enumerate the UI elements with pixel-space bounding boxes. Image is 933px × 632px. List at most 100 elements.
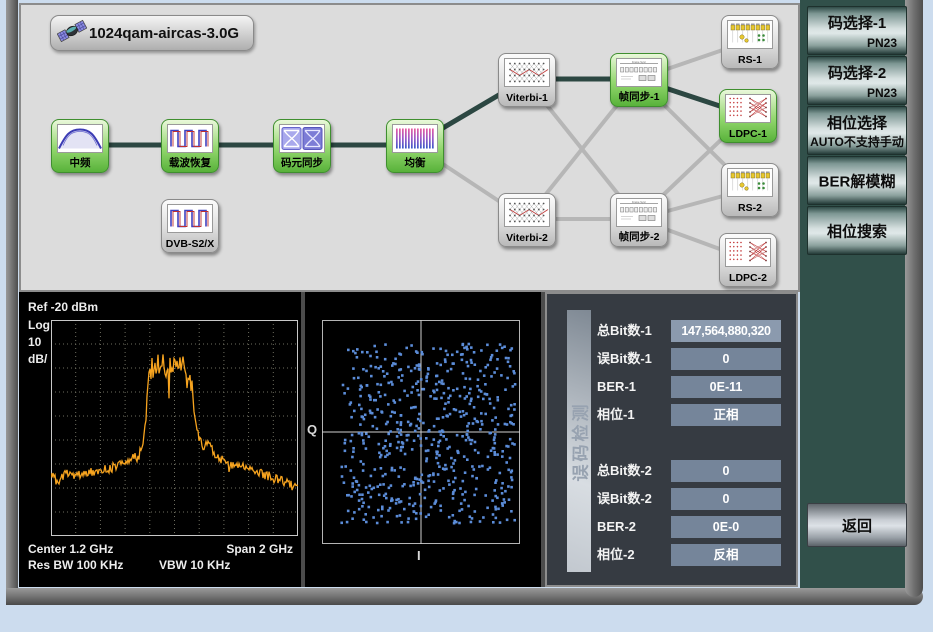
constellation-q-label: Q [307, 422, 317, 437]
stat-label: 相位-2 [597, 544, 635, 566]
flow-block-rs1[interactable]: RS-1 [721, 15, 779, 69]
stat-label: BER-2 [597, 516, 636, 538]
sidebar-button-ber-deambiguity[interactable]: BER解模糊 [807, 156, 907, 205]
stat-value: 147,564,880,320 [671, 320, 781, 342]
stat-row: 相位-1 正相 [547, 404, 796, 426]
stat-label: 总Bit数-1 [597, 320, 652, 342]
sidebar-button-code-select-2[interactable]: 码选择-2PN23 [807, 56, 907, 105]
trellis-icon [504, 198, 550, 227]
spectrum-ref-label: Ref -20 dBm [28, 300, 98, 314]
spectrum-center-label: Center 1.2 GHz [28, 542, 113, 556]
spectrum-vbw-label: VBW 10 KHz [159, 558, 230, 572]
constellation-plot [322, 320, 520, 544]
sidebar-button-label: 相位选择 [808, 112, 906, 133]
satellite-icon [57, 16, 87, 50]
spectrum-db-label: dB/ [28, 352, 47, 366]
stat-label: BER-1 [597, 376, 636, 398]
flow-block-viterbi2[interactable]: Viterbi-2 [498, 193, 556, 247]
window-frame-right [905, 0, 923, 597]
sidebar-button-label: 码选择-1 [808, 12, 906, 33]
stat-value: 反相 [671, 544, 781, 566]
stat-label: 总Bit数-2 [597, 460, 652, 482]
flow-block-label: Viterbi-2 [499, 232, 555, 244]
eye-icon [279, 124, 325, 153]
stat-value: 0 [671, 348, 781, 370]
stat-row: 相位-2 反相 [547, 544, 796, 566]
spectrum-log-label: Log [28, 318, 50, 332]
signal-title-button[interactable]: 1024qam-aircas-3.0G [50, 15, 254, 51]
flow-block-viterbi1[interactable]: Viterbi-1 [498, 53, 556, 107]
flow-block-label: 码元同步 [274, 155, 330, 170]
constellation-panel: Q I [305, 292, 541, 587]
back-button[interactable]: 返回 [807, 503, 907, 547]
flow-block-dvb[interactable]: DVB-S2/X [161, 199, 219, 253]
squarewave-icon [167, 204, 213, 233]
constellation-i-label: I [417, 548, 421, 563]
demodulator-app: { "window": { "title": "1024qam-aircas-3… [0, 0, 933, 632]
stat-label: 相位-1 [597, 404, 635, 426]
sidebar-button-sublabel: PN23 [867, 36, 897, 50]
flow-diagram-panel: 中频 载波恢复 码元同步 均衡 DVB-S2/X Viterbi-1 Viterbi-2 Fr… [19, 3, 800, 292]
stat-row: 总Bit数-2 0 [547, 460, 796, 482]
window-frame-left [6, 0, 18, 605]
flow-block-label: 均衡 [387, 155, 443, 170]
trellis-icon [504, 58, 550, 87]
flow-block-label: RS-2 [722, 202, 778, 214]
stat-value: 0 [671, 460, 781, 482]
sidebar-button-phase-select[interactable]: 相位选择AUTO不支持手动 [807, 106, 907, 155]
stat-value: 0E-0 [671, 516, 781, 538]
sidebar-button-label: BER解模糊 [808, 170, 906, 191]
flow-block-label: Viterbi-1 [499, 92, 555, 104]
svg-text:Frame Sync: Frame Sync [632, 60, 647, 64]
spectrum-scale-label: 10 [28, 335, 41, 349]
sidebar-button-phase-search[interactable]: 相位搜索 [807, 206, 907, 255]
flow-block-label: LDPC-2 [720, 272, 776, 284]
stat-value: 正相 [671, 404, 781, 426]
flow-block-label: LDPC-1 [720, 128, 776, 140]
flow-block-symbol[interactable]: 码元同步 [273, 119, 331, 173]
stat-row: BER-2 0E-0 [547, 516, 796, 538]
flow-block-rs2[interactable]: RS-2 [721, 163, 779, 217]
window-frame-bottom [6, 588, 923, 605]
ldpc-icon [725, 94, 771, 123]
frame-icon: Frame Sync [616, 198, 662, 227]
stat-value: 0E-11 [671, 376, 781, 398]
sidebar-button-sublabel: AUTO不支持手动 [808, 133, 906, 150]
flow-block-label: 中频 [52, 155, 108, 170]
back-button-label: 返回 [842, 515, 872, 536]
flow-block-label: 帧同步-2 [611, 229, 667, 244]
flow-block-label: DVB-S2/X [162, 238, 218, 250]
flow-block-ldpc2[interactable]: LDPC-2 [719, 233, 777, 287]
stat-row: BER-1 0E-11 [547, 376, 796, 398]
ldpc-icon [725, 238, 771, 267]
spectrum-span-label: Span 2 GHz [226, 542, 293, 556]
stat-value: 0 [671, 488, 781, 510]
flow-block-frame2[interactable]: Frame Sync 帧同步-2 [610, 193, 668, 247]
sidebar-button-label: 相位搜索 [808, 220, 906, 241]
equalizer-icon [392, 124, 438, 153]
stat-row: 总Bit数-1 147,564,880,320 [547, 320, 796, 342]
flow-block-frame1[interactable]: Frame Sync 帧同步-1 [610, 53, 668, 107]
stat-row: 误Bit数-20 [547, 488, 796, 510]
sidebar-button-code-select-1[interactable]: 码选择-1 PN23 [807, 6, 907, 55]
rs-icon [727, 168, 773, 197]
spectrum-icon [57, 124, 103, 153]
svg-text:Frame Sync: Frame Sync [632, 200, 647, 204]
flow-block-ldpc1[interactable]: LDPC-1 [719, 89, 777, 143]
flow-block-eq[interactable]: 均衡 [386, 119, 444, 173]
flow-block-label: 帧同步-1 [611, 89, 667, 104]
spectrum-plot [51, 320, 298, 536]
rs-icon [727, 20, 773, 49]
flow-block-label: 载波恢复 [162, 155, 218, 170]
squarewave-icon [167, 124, 213, 153]
flow-block-if[interactable]: 中频 [51, 119, 109, 173]
spectrum-panel: Ref -20 dBm Log 10 dB/ Center 1.2 GHz Sp… [19, 292, 301, 587]
bottom-region: Ref -20 dBm Log 10 dB/ Center 1.2 GHz Sp… [19, 292, 798, 587]
spectrum-rbw-label: Res BW 100 KHz [28, 558, 123, 572]
flow-block-carrier[interactable]: 载波恢复 [161, 119, 219, 173]
stat-label: 误Bit数-1 [597, 348, 652, 370]
frame-icon: Frame Sync [616, 58, 662, 87]
flow-block-label: RS-1 [722, 54, 778, 66]
ber-stats-panel: 误码检测 总Bit数-1147,564,880,320误Bit数-10BER-1… [545, 292, 798, 587]
signal-title-label: 1024qam-aircas-3.0G [89, 25, 239, 42]
